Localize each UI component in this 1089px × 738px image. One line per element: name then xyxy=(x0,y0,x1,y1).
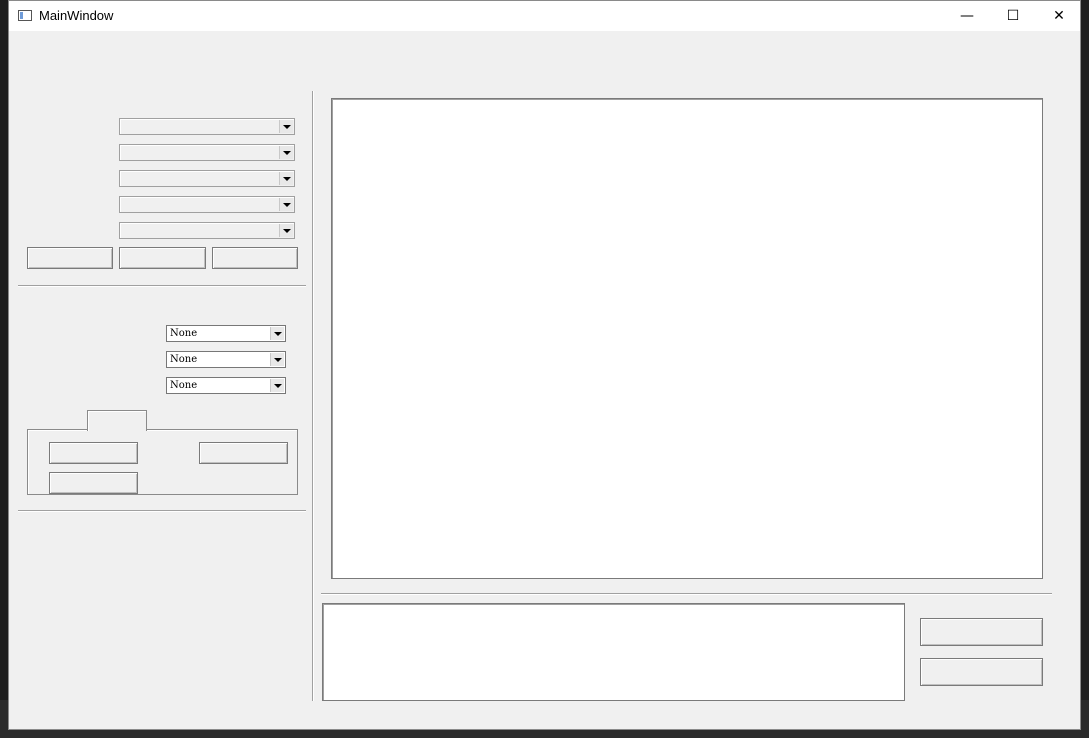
close-window-button[interactable]: ✕ xyxy=(1036,1,1080,31)
serial-output-area[interactable] xyxy=(331,98,1043,579)
refresh-port-button[interactable] xyxy=(212,247,298,269)
tab-tx-test[interactable] xyxy=(87,410,147,431)
divider xyxy=(18,510,306,512)
window-app-icon xyxy=(18,10,32,21)
clear-serial-info-button[interactable] xyxy=(920,658,1043,686)
title-bar[interactable]: MainWindow — ☐ ✕ xyxy=(9,1,1080,31)
channel-select[interactable]: None xyxy=(166,377,286,394)
chevron-down-icon xyxy=(270,379,284,392)
chevron-down-icon xyxy=(279,224,293,237)
chevron-down-icon xyxy=(279,146,293,159)
close-port-button[interactable] xyxy=(119,247,206,269)
stop-bits-select[interactable] xyxy=(119,222,295,239)
parity-select[interactable] xyxy=(119,196,295,213)
minimize-button[interactable]: — xyxy=(944,1,990,31)
main-window: MainWindow — ☐ ✕ None None None xyxy=(8,0,1081,730)
chevron-down-icon xyxy=(279,172,293,185)
open-port-button[interactable] xyxy=(27,247,113,269)
rate-value: None xyxy=(170,354,198,365)
chevron-down-icon xyxy=(279,198,293,211)
chevron-down-icon xyxy=(270,353,284,366)
divider xyxy=(321,593,1052,595)
baud-rate-select[interactable] xyxy=(119,144,295,161)
tx-test-11g-button[interactable] xyxy=(199,442,288,464)
data-bits-select[interactable] xyxy=(119,170,295,187)
tx-test-11b-button[interactable] xyxy=(49,442,138,464)
window-title: MainWindow xyxy=(39,8,114,23)
maximize-button[interactable]: ☐ xyxy=(990,1,1036,31)
tx-test-panel xyxy=(27,429,298,495)
chevron-down-icon xyxy=(279,120,293,133)
port-select[interactable] xyxy=(119,118,295,135)
command-input[interactable] xyxy=(322,603,905,701)
tx-test-11n-button[interactable] xyxy=(49,472,138,494)
mode-value: None xyxy=(170,328,198,339)
chevron-down-icon xyxy=(270,327,284,340)
mode-select[interactable]: None xyxy=(166,325,286,342)
rate-select[interactable]: None xyxy=(166,351,286,368)
vertical-splitter xyxy=(312,91,314,701)
channel-value: None xyxy=(170,380,198,391)
send-command-button[interactable] xyxy=(920,618,1043,646)
divider xyxy=(18,285,306,287)
